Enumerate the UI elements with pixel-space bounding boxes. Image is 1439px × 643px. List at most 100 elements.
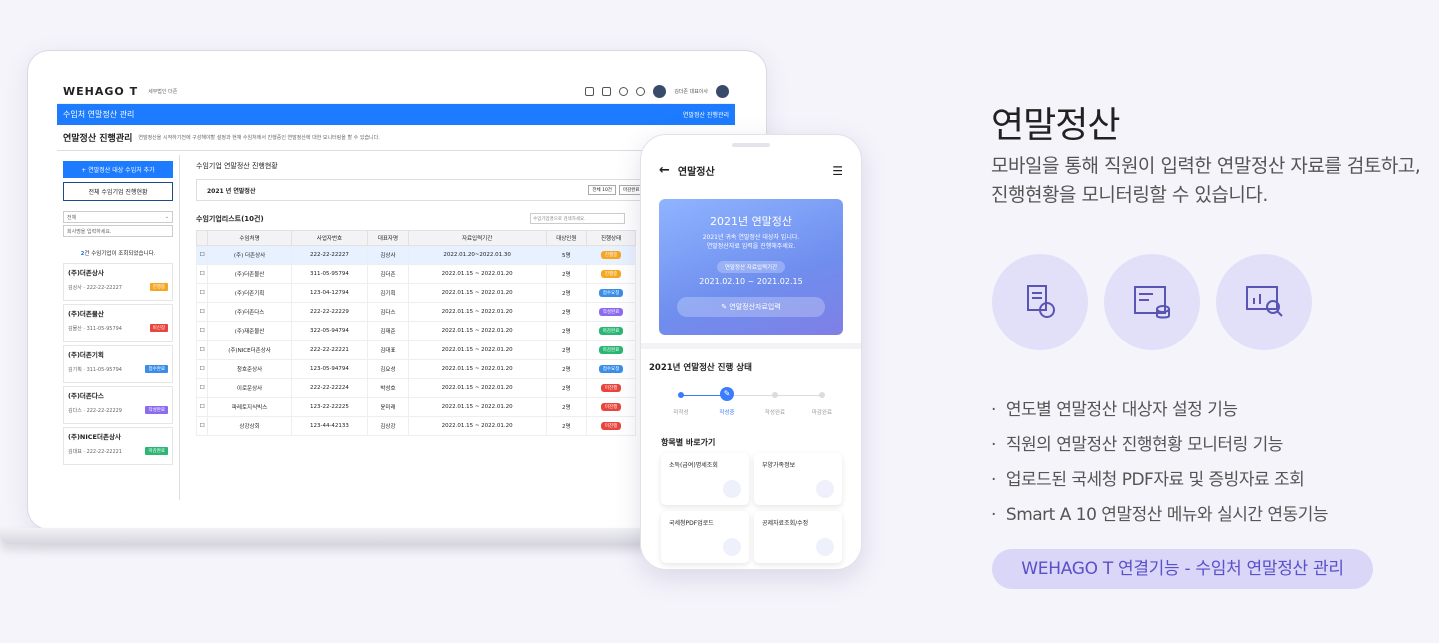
feature-item: Smart A 10 연말정산 메뉴와 실시간 연동기능 xyxy=(991,500,1329,525)
filter-select[interactable]: 전체 ⌄ xyxy=(63,211,173,223)
table-row[interactable]: ☐ (주)더존물산 311-05-95794 김더존 2022.01.15 ~ 2022… xyxy=(195,264,636,284)
feature-item: 직원의 연말정산 진행현황 모니터링 기능 xyxy=(991,430,1283,455)
status-cell: 마감완료 xyxy=(586,321,636,341)
module-title: 수임처 연말정산 관리 xyxy=(63,110,135,119)
row-checkbox[interactable]: ☐ xyxy=(195,397,209,417)
status-cell: 작성완료 xyxy=(586,302,636,322)
wehago-link-button[interactable]: WEHAGO T 연결기능 - 수임처 연말정산 관리 xyxy=(992,549,1373,589)
shortcut-deduction[interactable]: 공제자료조회/수정 xyxy=(754,511,842,563)
status-badge: 접수요청 xyxy=(598,289,624,297)
client-name: (주)더존다스 xyxy=(68,392,104,400)
client-name-cell[interactable]: (주)더존기획 xyxy=(207,283,292,303)
module-breadcrumb[interactable]: 연말정산 진행관리 xyxy=(683,110,729,119)
phone-title: 연말정산 xyxy=(677,167,715,178)
menu-icon[interactable]: ☰ xyxy=(832,164,843,178)
period-cell: 2022.01.15 ~ 2022.01.20 xyxy=(407,359,547,379)
biz-number-cell: 123-22-22225 xyxy=(290,397,369,417)
client-name-cell[interactable]: (주) 더존상사 xyxy=(207,245,292,265)
client-name-cell[interactable]: (주)더존물산 xyxy=(207,264,292,284)
feature-item: 연도별 연말정산 대상자 설정 기능 xyxy=(991,395,1238,420)
column-header[interactable]: 수임처명 xyxy=(207,230,292,246)
add-client-button[interactable]: + 연말정산 대상 수임처 추가 xyxy=(63,161,173,178)
headcount-cell: 2명 xyxy=(545,302,588,322)
client-name-cell[interactable]: 상강상회 xyxy=(207,416,292,436)
column-header[interactable]: 사업자번호 xyxy=(290,230,369,246)
status-cell: 접수요청 xyxy=(586,283,636,303)
column-header[interactable]: 자료입력기간 xyxy=(407,230,547,246)
wehago-logo[interactable]: WEHAGO T xyxy=(63,85,138,98)
client-card[interactable]: (주)더존물산 김물산 · 311-05-95794 비신청 xyxy=(63,304,173,342)
column-header[interactable]: 대표자명 xyxy=(367,230,409,246)
row-checkbox[interactable]: ☐ xyxy=(195,283,209,303)
client-name-cell[interactable]: (주)더존다스 xyxy=(207,302,292,322)
note-icon[interactable] xyxy=(585,87,595,96)
period-cell: 2022.01.15 ~ 2022.01.20 xyxy=(407,340,547,360)
shortcut-family[interactable]: 부양가족정보 xyxy=(754,453,842,505)
status-badge: 미진행 xyxy=(600,384,622,392)
avatar[interactable] xyxy=(653,85,667,98)
edit-icon: ✎ xyxy=(720,387,734,401)
period-cell: 2022.01.15 ~ 2022.01.20 xyxy=(407,283,547,303)
client-card[interactable]: (주)더존다스 김다스 · 222-22-22229 작성완료 xyxy=(63,386,173,424)
client-name-cell[interactable]: 이로운상사 xyxy=(207,378,292,398)
table-row[interactable]: ☐ 상강상회 123-44-42133 김상강 2022.01.15 ~ 2022.01… xyxy=(195,416,636,436)
client-card[interactable]: (주)더존기획 김기획 · 311-05-95794 접수완료 xyxy=(63,345,173,383)
client-name-cell[interactable]: 파레토지식빅스 xyxy=(207,397,292,417)
back-arrow-icon[interactable]: ← xyxy=(659,163,670,178)
client-card[interactable]: (주)NICE더존상사 김대표 · 222-22-22221 마감완료 xyxy=(63,427,173,465)
input-data-button[interactable]: ✎ 연말정산자료입력 xyxy=(677,297,825,317)
result-count: 2건 수임기업이 조회되었습니다. xyxy=(80,251,156,257)
table-row[interactable]: ☐ 파레토지식빅스 123-22-22225 윤미래 2022.01.15 ~ 2022… xyxy=(195,397,636,417)
hero-title: 2021년 연말정산 xyxy=(709,215,793,228)
edit-doc-icon xyxy=(816,538,834,556)
progress-title: 2021년 연말정산 진행 상태 xyxy=(649,363,752,373)
status-badge: 비신청 xyxy=(149,324,168,332)
filter-pill[interactable]: 전체 10건 xyxy=(588,185,616,195)
page-desc: 연말정산을 시작하기전에 구성해야할 설정과 현재 수임처에서 진행중인 연말정… xyxy=(138,135,380,141)
biz-number-cell: 123-44-42133 xyxy=(290,416,369,436)
row-checkbox[interactable]: ☐ xyxy=(195,245,209,265)
table-row[interactable]: ☐ (주)재준물산 322-05-94794 김재준 2022.01.15 ~ 2022… xyxy=(195,321,636,341)
hero-line2: 연말정산자료 입력을 진행해주세요. xyxy=(706,242,796,250)
table-row[interactable]: ☐ 청호준상사 123-05-94794 김요성 2022.01.15 ~ 2022.0… xyxy=(195,359,636,379)
shortcut-income[interactable]: 소득(급여)명세조회 xyxy=(661,453,749,505)
table-row[interactable]: ☐ 이로운상사 222-22-22224 박성호 2022.01.15 ~ 2022.0… xyxy=(195,378,636,398)
row-checkbox[interactable]: ☐ xyxy=(195,321,209,341)
table-row[interactable]: ☐ (주)더존다스 222-22-22229 김다스 2022.01.15 ~ 2022… xyxy=(195,302,636,322)
table-row[interactable]: ☐ (주)NICE더존상사 222-22-22221 김대표 2022.01.15 ~ … xyxy=(195,340,636,360)
row-checkbox[interactable]: ☐ xyxy=(195,264,209,284)
all-status-button[interactable]: 전체 수임기업 진행현황 xyxy=(63,182,173,201)
p-icon[interactable] xyxy=(619,87,629,96)
client-name-cell[interactable]: 청호준상사 xyxy=(207,359,292,379)
row-checkbox[interactable]: ☐ xyxy=(195,378,209,398)
help-icon[interactable] xyxy=(636,87,646,96)
bell-icon[interactable] xyxy=(602,87,612,96)
client-name: (주)더존상사 xyxy=(68,269,104,277)
table-row[interactable]: ☐ (주) 더존상사 222-22-22227 김상사 2022.01.20~2022.… xyxy=(195,245,636,265)
company-search-input[interactable]: 회사명을 입력하세요. xyxy=(63,225,173,237)
column-header[interactable]: 대상인원 xyxy=(545,230,588,246)
column-header[interactable] xyxy=(195,230,209,246)
progress-steps: ✎ 미작성 작성중 작성완료 마감완료 xyxy=(661,387,841,421)
client-card[interactable]: (주)더존상사 김상사 · 222-22-22227 진행중 xyxy=(63,263,173,301)
list-search-input[interactable]: 수임기업명으로 검색하세요. xyxy=(530,213,625,224)
status-badge: 마감완료 xyxy=(598,327,624,335)
app-topbar: WEHAGO T 세무법인 더존 김더존 대표이사 xyxy=(57,80,735,104)
company-selector[interactable]: 세무법인 더존 xyxy=(148,88,177,95)
row-checkbox[interactable]: ☐ xyxy=(195,416,209,436)
client-name-cell[interactable]: (주)재준물산 xyxy=(207,321,292,341)
chart-search-icon xyxy=(1216,254,1312,350)
user-name[interactable]: 김더존 대표이사 xyxy=(674,88,708,95)
row-checkbox[interactable]: ☐ xyxy=(195,302,209,322)
headcount-cell: 2명 xyxy=(545,321,588,341)
client-name-cell[interactable]: (주)NICE더존상사 xyxy=(207,340,292,360)
column-header[interactable]: 진행상태 xyxy=(586,230,636,246)
row-checkbox[interactable]: ☐ xyxy=(195,359,209,379)
period-cell: 2022.01.15 ~ 2022.01.20 xyxy=(407,321,547,341)
table-row[interactable]: ☐ (주)더존기획 123-04-12794 김기획 2022.01.15 ~ 2022… xyxy=(195,283,636,303)
profile-avatar[interactable] xyxy=(716,85,729,98)
step-label: 마감완료 xyxy=(811,410,833,416)
row-checkbox[interactable]: ☐ xyxy=(195,340,209,360)
shortcut-pdf[interactable]: 국세청PDF업로드 xyxy=(661,511,749,563)
period-cell: 2022.01.20~2022.01.30 xyxy=(407,245,547,265)
